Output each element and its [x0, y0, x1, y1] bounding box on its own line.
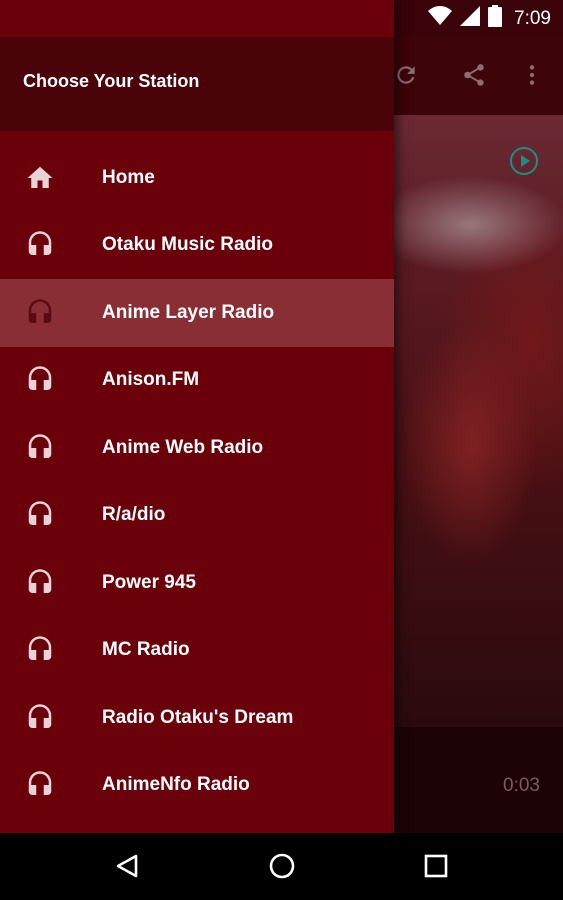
- refresh-icon[interactable]: [390, 59, 422, 91]
- menu-item-home[interactable]: Home: [0, 144, 394, 212]
- menu-item-anison-fm[interactable]: Anison.FM: [0, 347, 394, 415]
- drawer-header: Choose Your Station: [0, 37, 394, 131]
- navigation-drawer: Choose Your Station Home Otaku Music Rad…: [0, 0, 394, 833]
- menu-item-label: Anime Web Radio: [102, 436, 264, 458]
- headphones-icon: [25, 770, 55, 800]
- home-icon: [25, 163, 55, 193]
- station-list: Home Otaku Music Radio Anime Layer Radio…: [0, 144, 394, 819]
- signal-icon: [460, 6, 481, 31]
- elapsed-time: 0:03: [503, 775, 540, 796]
- back-icon[interactable]: [111, 850, 143, 882]
- menu-item-animenfo-radio[interactable]: AnimeNfo Radio: [0, 752, 394, 820]
- headphones-icon: [25, 365, 55, 395]
- menu-item-label: Anison.FM: [102, 369, 200, 391]
- menu-item-anime-web-radio[interactable]: Anime Web Radio: [0, 414, 394, 482]
- menu-item-radio-otakus-dream[interactable]: Radio Otaku's Dream: [0, 684, 394, 752]
- headphones-icon: [25, 703, 55, 733]
- menu-item-mc-radio[interactable]: MC Radio: [0, 617, 394, 685]
- headphones-icon: [25, 568, 55, 598]
- headphones-icon: [25, 433, 55, 463]
- menu-item-label: MC Radio: [102, 639, 190, 661]
- share-icon[interactable]: [458, 59, 490, 91]
- menu-item-power-945[interactable]: Power 945: [0, 549, 394, 617]
- more-vert-icon[interactable]: [516, 59, 548, 91]
- menu-item-label: Power 945: [102, 571, 196, 593]
- menu-item-anime-layer-radio[interactable]: Anime Layer Radio: [0, 279, 394, 347]
- headphones-icon: [25, 500, 55, 530]
- headphones-icon: [25, 635, 55, 665]
- drawer-title: Choose Your Station: [23, 71, 200, 91]
- clock: 7:09: [514, 7, 551, 29]
- recents-icon[interactable]: [420, 850, 452, 882]
- wifi-icon: [428, 6, 453, 31]
- system-nav-bar: [0, 833, 563, 900]
- menu-item-label: Anime Layer Radio: [102, 301, 275, 323]
- menu-item-label: AnimeNfo Radio: [102, 774, 250, 796]
- menu-item-label: Radio Otaku's Dream: [102, 706, 294, 728]
- menu-item-otaku-music-radio[interactable]: Otaku Music Radio: [0, 212, 394, 280]
- menu-item-label: Home: [102, 166, 155, 188]
- play-circle-icon[interactable]: [510, 147, 538, 175]
- headphones-icon: [25, 298, 55, 328]
- home-circle-icon[interactable]: [266, 850, 298, 882]
- battery-icon: [488, 5, 503, 32]
- headphones-icon: [25, 230, 55, 260]
- menu-item-label: Otaku Music Radio: [102, 234, 274, 256]
- menu-item-radio[interactable]: R/a/dio: [0, 482, 394, 550]
- menu-item-label: R/a/dio: [102, 504, 166, 526]
